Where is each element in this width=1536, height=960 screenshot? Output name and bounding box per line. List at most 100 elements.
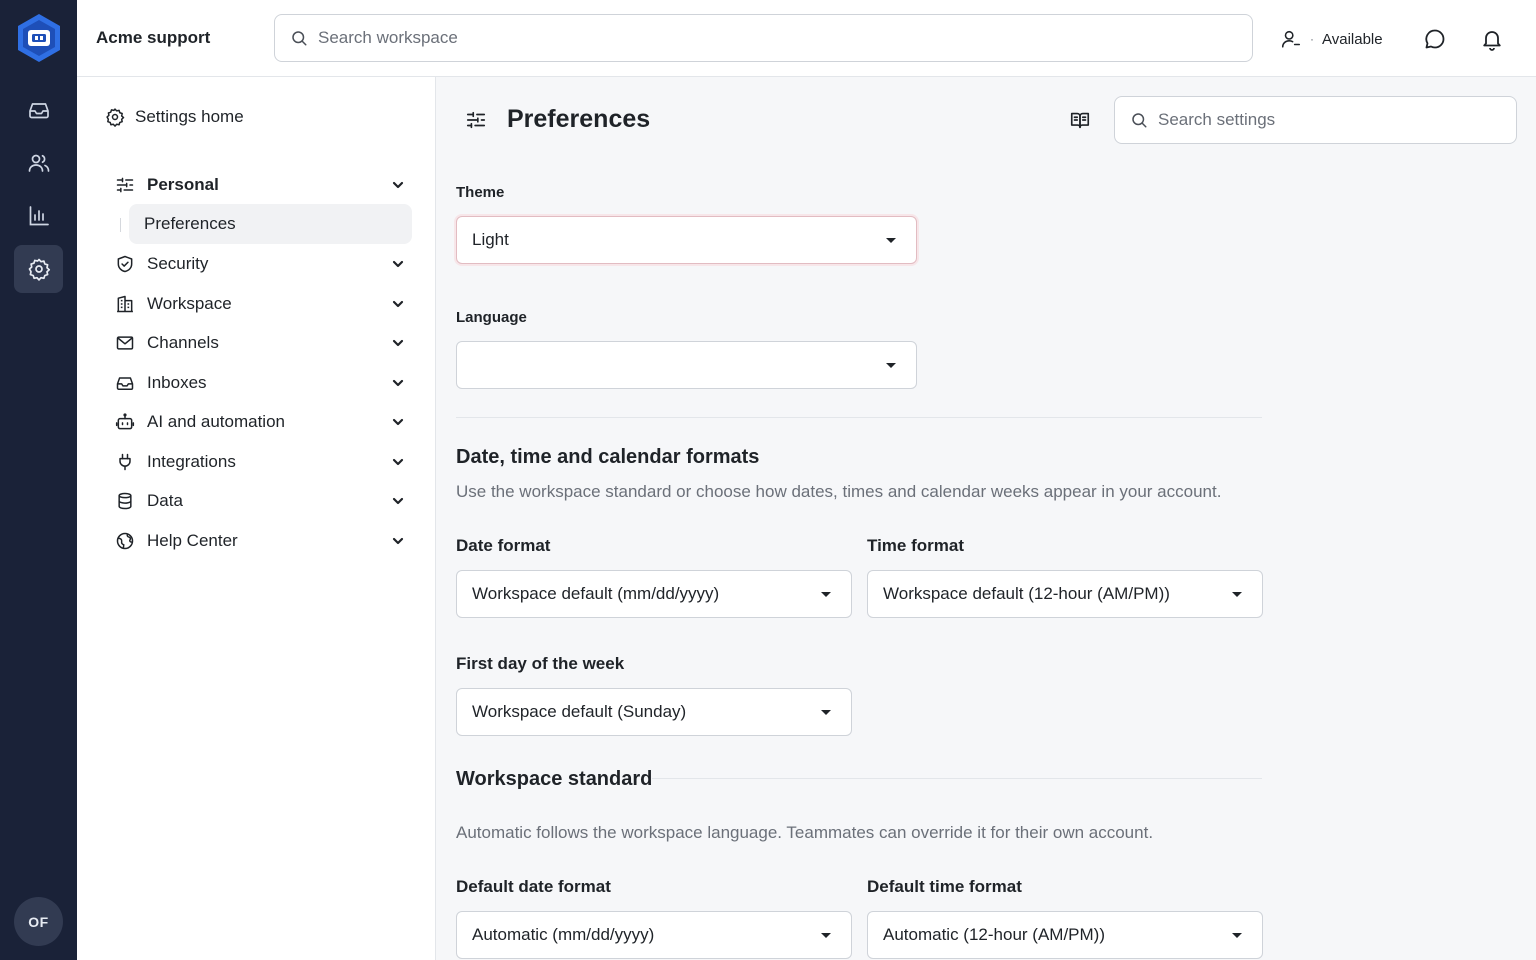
status-dot: · <box>1310 32 1314 46</box>
sidebar-item-inboxes[interactable]: Inboxes <box>115 369 405 397</box>
settings-search[interactable] <box>1114 96 1517 144</box>
sidebar-item-label: AI and automation <box>147 412 285 431</box>
reports-icon <box>27 204 51 228</box>
chevron-down-icon <box>391 178 405 192</box>
settings-home-link[interactable]: Settings home <box>105 105 244 129</box>
chevron-down-icon <box>391 257 405 271</box>
sidebar-item-label: Data <box>147 491 183 510</box>
sidebar-item-integrations[interactable]: Integrations <box>115 448 405 476</box>
section-divider <box>456 417 1262 418</box>
caret-down-icon <box>1232 591 1242 597</box>
user-avatar[interactable]: OF <box>14 897 63 946</box>
settings-home-label: Settings home <box>135 107 244 126</box>
sidebar-item-channels[interactable]: Channels <box>115 329 405 357</box>
mail-icon <box>115 333 135 353</box>
sidebar-subitem-preferences[interactable]: Preferences <box>129 204 412 244</box>
time-format-select[interactable]: Workspace default (12-hour (AM/PM)) <box>867 570 1263 618</box>
gear-icon <box>105 107 125 127</box>
sidebar-subitem-label: Preferences <box>144 214 236 233</box>
page-title: Preferences <box>507 105 651 133</box>
sidebar-item-label: Inboxes <box>147 373 207 392</box>
first-day-label: First day of the week <box>456 654 625 673</box>
theme-select[interactable]: Light <box>456 216 917 264</box>
building-icon <box>115 294 135 314</box>
rail-settings-button[interactable] <box>14 245 63 293</box>
user-icon <box>1280 28 1302 50</box>
bot-icon <box>115 412 135 432</box>
time-format-value: Workspace default (12-hour (AM/PM)) <box>883 584 1170 603</box>
chat-button[interactable] <box>1421 25 1449 53</box>
shield-icon <box>115 254 135 274</box>
date-time-section-title: Date, time and calendar formats <box>456 446 760 468</box>
default-date-format-value: Automatic (mm/dd/yyyy) <box>472 925 655 944</box>
submenu-indent-line <box>120 218 121 232</box>
date-format-value: Workspace default (mm/dd/yyyy) <box>472 584 720 603</box>
chevron-down-icon <box>391 415 405 429</box>
caret-down-icon <box>886 237 896 243</box>
default-time-format-label: Default time format <box>867 877 1022 896</box>
availability-status[interactable]: · Available <box>1280 26 1383 52</box>
sidebar-item-security[interactable]: Security <box>115 250 405 278</box>
date-format-select[interactable]: Workspace default (mm/dd/yyyy) <box>456 570 852 618</box>
workspace-search-input[interactable] <box>318 28 1218 48</box>
sidebar-item-ai-automation[interactable]: AI and automation <box>115 408 405 436</box>
settings-icon <box>27 257 51 281</box>
settings-sidebar: Settings home Personal Preferences Secur… <box>77 77 436 960</box>
sidebar-item-label: Integrations <box>147 452 236 471</box>
sidebar-item-label: Personal <box>147 175 219 194</box>
sliders-icon <box>465 109 487 131</box>
date-format-label: Date format <box>456 536 551 555</box>
caret-down-icon <box>821 932 831 938</box>
default-time-format-value: Automatic (12-hour (AM/PM)) <box>883 925 1105 944</box>
workspace-name: Acme support <box>96 28 211 47</box>
rail-inbox-button[interactable] <box>14 86 63 134</box>
theme-select-value: Light <box>472 230 509 249</box>
rail-contacts-button[interactable] <box>14 139 63 187</box>
default-date-format-label: Default date format <box>456 877 611 896</box>
sidebar-item-workspace[interactable]: Workspace <box>115 290 405 318</box>
bell-icon <box>1480 27 1504 51</box>
inbox-icon <box>115 373 135 393</box>
date-time-section-description: Use the workspace standard or choose how… <box>456 482 1222 501</box>
default-date-format-select[interactable]: Automatic (mm/dd/yyyy) <box>456 911 852 959</box>
language-label: Language <box>456 309 527 326</box>
sidebar-item-label: Help Center <box>147 531 238 550</box>
sidebar-item-help-center[interactable]: Help Center <box>115 527 405 555</box>
app-rail: OF <box>0 0 77 960</box>
workspace-standard-divider <box>652 778 1262 779</box>
chevron-down-icon <box>391 297 405 311</box>
workspace-standard-title: Workspace standard <box>456 768 653 790</box>
chevron-down-icon <box>391 494 405 508</box>
theme-label: Theme <box>456 184 505 201</box>
workspace-search[interactable] <box>274 14 1253 62</box>
notifications-button[interactable] <box>1478 25 1506 53</box>
search-icon <box>290 29 308 47</box>
inbox-icon <box>27 98 51 122</box>
sidebar-item-data[interactable]: Data <box>115 487 405 515</box>
chevron-down-icon <box>391 534 405 548</box>
sidebar-item-personal[interactable]: Personal <box>115 171 405 199</box>
caret-down-icon <box>821 591 831 597</box>
sidebar-item-label: Security <box>147 254 209 273</box>
first-day-select[interactable]: Workspace default (Sunday) <box>456 688 852 736</box>
chevron-down-icon <box>391 376 405 390</box>
sidebar-item-label: Workspace <box>147 294 232 313</box>
preferences-panel: Preferences Theme Light Language Date, t… <box>437 77 1536 960</box>
top-bar: Acme support · Available <box>77 0 1536 77</box>
users-icon <box>27 151 51 175</box>
book-open-icon[interactable] <box>1069 109 1091 131</box>
default-time-format-select[interactable]: Automatic (12-hour (AM/PM)) <box>867 911 1263 959</box>
plug-icon <box>115 452 135 472</box>
app-logo-icon[interactable] <box>15 13 63 63</box>
settings-search-input[interactable] <box>1158 110 1498 130</box>
time-format-label: Time format <box>867 536 964 555</box>
chevron-down-icon <box>391 336 405 350</box>
rail-reports-button[interactable] <box>14 192 63 240</box>
caret-down-icon <box>886 362 896 368</box>
language-select[interactable] <box>456 341 917 389</box>
caret-down-icon <box>1232 932 1242 938</box>
chevron-down-icon <box>391 455 405 469</box>
sidebar-item-label: Channels <box>147 333 219 352</box>
search-icon <box>1130 111 1148 129</box>
status-label: Available <box>1322 30 1383 48</box>
